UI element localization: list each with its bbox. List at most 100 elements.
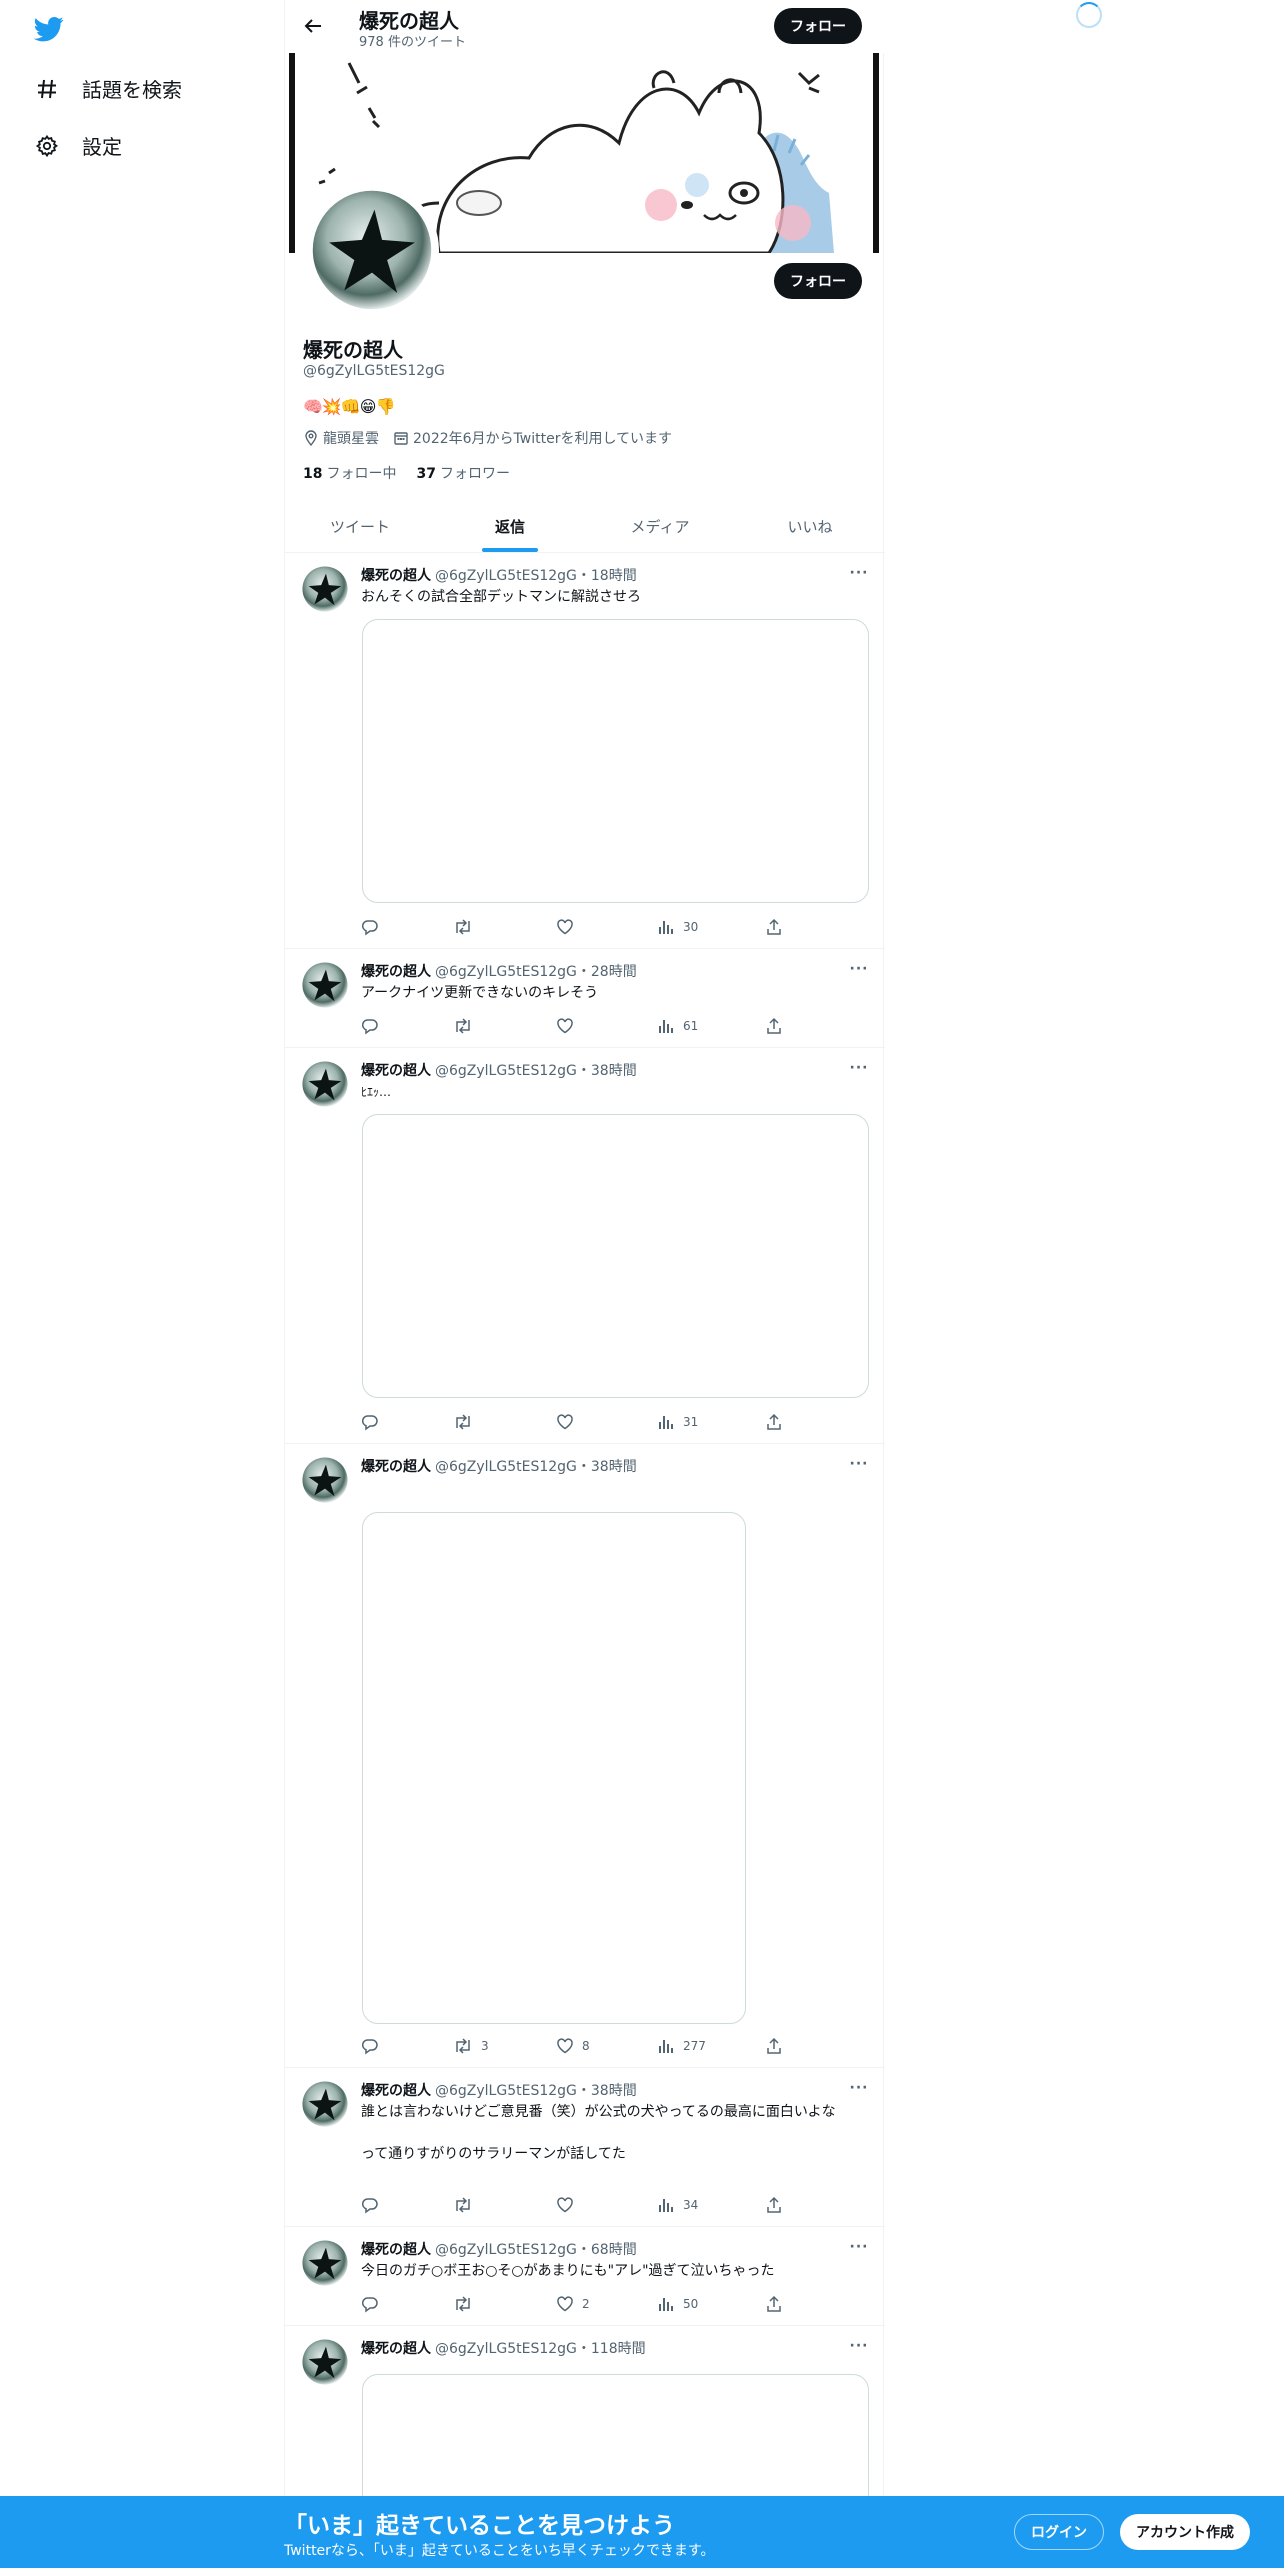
profile-name: 爆死の超人 <box>303 338 403 362</box>
views-button[interactable]: 50 <box>657 2295 698 2313</box>
tab-likes[interactable]: いいね <box>735 500 885 552</box>
tweet-meta: @6gZylLG5tES12gG・38時間 <box>435 2083 637 2099</box>
like-icon <box>556 918 574 936</box>
tweet-avatar[interactable] <box>301 2239 349 2287</box>
views-button[interactable]: 34 <box>657 2196 698 2214</box>
following-link[interactable]: 18 フォロー中 <box>303 463 396 483</box>
login-button[interactable]: ログイン <box>1014 2514 1104 2550</box>
views-icon <box>657 918 675 936</box>
tweet[interactable]: 爆死の超人 @6gZylLG5tES12gG・38時間 ··· ﾋｴｯ… 31 <box>285 1048 885 1444</box>
profile-follow-stats: 18 フォロー中 37 フォロワー <box>303 463 530 483</box>
signup-button[interactable]: アカウント作成 <box>1120 2514 1250 2550</box>
tweet-author-name[interactable]: 爆死の超人 <box>361 1456 431 1476</box>
profile-follow-button[interactable]: フォロー <box>774 263 862 299</box>
share-button[interactable] <box>765 1017 783 1035</box>
views-icon <box>657 2037 675 2055</box>
share-button[interactable] <box>765 1413 783 1431</box>
tweet-count: 978 件のツイート <box>359 35 466 50</box>
retweet-icon <box>453 2196 473 2214</box>
like-button[interactable] <box>556 2196 582 2214</box>
gear-icon <box>34 133 60 159</box>
views-icon <box>657 1017 675 1035</box>
views-button[interactable]: 30 <box>657 918 698 936</box>
followers-count: 37 <box>416 466 436 482</box>
views-button[interactable]: 31 <box>657 1413 698 1431</box>
tweet[interactable]: 爆死の超人 @6gZylLG5tES12gG・38時間 ··· 3 8 277 <box>285 1444 885 2068</box>
tweet-avatar[interactable] <box>301 565 349 613</box>
more-options-icon[interactable]: ··· <box>849 1058 869 1078</box>
views-button[interactable]: 277 <box>657 2037 706 2055</box>
twitter-bird-icon[interactable] <box>32 14 66 44</box>
retweet-button[interactable] <box>453 918 481 936</box>
like-icon <box>556 2037 574 2055</box>
share-button[interactable] <box>765 918 783 936</box>
following-label: フォロー中 <box>326 466 397 482</box>
reply-button[interactable] <box>361 2196 379 2214</box>
more-options-icon[interactable]: ··· <box>849 2237 869 2257</box>
tab-media[interactable]: メディア <box>585 500 735 552</box>
like-button[interactable] <box>556 1017 582 1035</box>
tab-tweets[interactable]: ツイート <box>285 500 435 552</box>
tweet[interactable]: 爆死の超人 @6gZylLG5tES12gG・38時間 ··· 誰とは言わないけど… <box>285 2068 885 2227</box>
profile-location: 龍頭星雲 <box>323 431 379 447</box>
reply-button[interactable] <box>361 2037 379 2055</box>
reply-button[interactable] <box>361 2295 379 2313</box>
retweet-button[interactable] <box>453 1017 481 1035</box>
calendar-icon <box>394 432 408 445</box>
tweet-avatar[interactable] <box>301 2080 349 2128</box>
profile-avatar[interactable] <box>305 183 439 317</box>
tweet-media[interactable] <box>362 619 869 903</box>
back-arrow-icon[interactable] <box>301 14 325 38</box>
tweet-media[interactable] <box>362 1512 746 2024</box>
tweet-author-name[interactable]: 爆死の超人 <box>361 2338 431 2358</box>
tweet-meta: @6gZylLG5tES12gG・18時間 <box>435 568 637 584</box>
tweet-avatar[interactable] <box>301 1060 349 1108</box>
tweet-meta: @6gZylLG5tES12gG・38時間 <box>435 1063 637 1079</box>
retweet-button[interactable] <box>453 2196 481 2214</box>
more-options-icon[interactable]: ··· <box>849 959 869 979</box>
like-icon <box>556 2196 574 2214</box>
like-button[interactable]: 8 <box>556 2037 590 2055</box>
sidebar-item-settings[interactable]: 設定 <box>34 131 122 160</box>
tweet-author-name[interactable]: 爆死の超人 <box>361 2080 431 2100</box>
tweet-avatar[interactable] <box>301 961 349 1009</box>
followers-link[interactable]: 37 フォロワー <box>416 463 509 483</box>
reply-icon <box>361 2037 379 2055</box>
views-button[interactable]: 61 <box>657 1017 698 1035</box>
reply-button[interactable] <box>361 918 379 936</box>
reply-button[interactable] <box>361 1017 379 1035</box>
more-options-icon[interactable]: ··· <box>849 563 869 583</box>
reply-icon <box>361 2295 379 2313</box>
share-button[interactable] <box>765 2295 783 2313</box>
like-button[interactable] <box>556 918 582 936</box>
share-icon <box>765 2295 783 2313</box>
tab-replies[interactable]: 返信 <box>435 500 585 552</box>
more-options-icon[interactable]: ··· <box>849 1454 869 1474</box>
sidebar-item-explore[interactable]: 話題を検索 <box>34 74 182 103</box>
tweet-author-name[interactable]: 爆死の超人 <box>361 2239 431 2259</box>
retweet-button[interactable] <box>453 1413 481 1431</box>
share-button[interactable] <box>765 2037 783 2055</box>
tweet-header: 爆死の超人 @6gZylLG5tES12gG・38時間 <box>361 2080 637 2100</box>
tweet-author-name[interactable]: 爆死の超人 <box>361 565 431 585</box>
more-options-icon[interactable]: ··· <box>849 2078 869 2098</box>
tweet[interactable]: 爆死の超人 @6gZylLG5tES12gG・18時間 ··· おんそくの試合全部… <box>285 553 885 949</box>
tweet-author-name[interactable]: 爆死の超人 <box>361 1060 431 1080</box>
more-options-icon[interactable]: ··· <box>849 2336 869 2356</box>
retweet-button[interactable] <box>453 2295 481 2313</box>
tweet-author-name[interactable]: 爆死の超人 <box>361 961 431 981</box>
reply-button[interactable] <box>361 1413 379 1431</box>
retweet-button[interactable]: 3 <box>453 2037 489 2055</box>
tweet-media[interactable] <box>362 1114 869 1398</box>
tweet-header: 爆死の超人 @6gZylLG5tES12gG・38時間 <box>361 1456 637 1476</box>
tweet[interactable]: 爆死の超人 @6gZylLG5tES12gG・28時間 ··· アークナイツ更新で… <box>285 949 885 1048</box>
loading-spinner-icon <box>1076 2 1102 28</box>
tweet-actions: 30 <box>361 917 801 937</box>
share-button[interactable] <box>765 2196 783 2214</box>
tweet-avatar[interactable] <box>301 2338 349 2386</box>
tweet-avatar[interactable] <box>301 1456 349 1504</box>
like-button[interactable]: 2 <box>556 2295 590 2313</box>
header-follow-button[interactable]: フォロー <box>774 8 862 44</box>
like-button[interactable] <box>556 1413 582 1431</box>
tweet[interactable]: 爆死の超人 @6gZylLG5tES12gG・68時間 ··· 今日のガチ○ボ王お… <box>285 2227 885 2326</box>
